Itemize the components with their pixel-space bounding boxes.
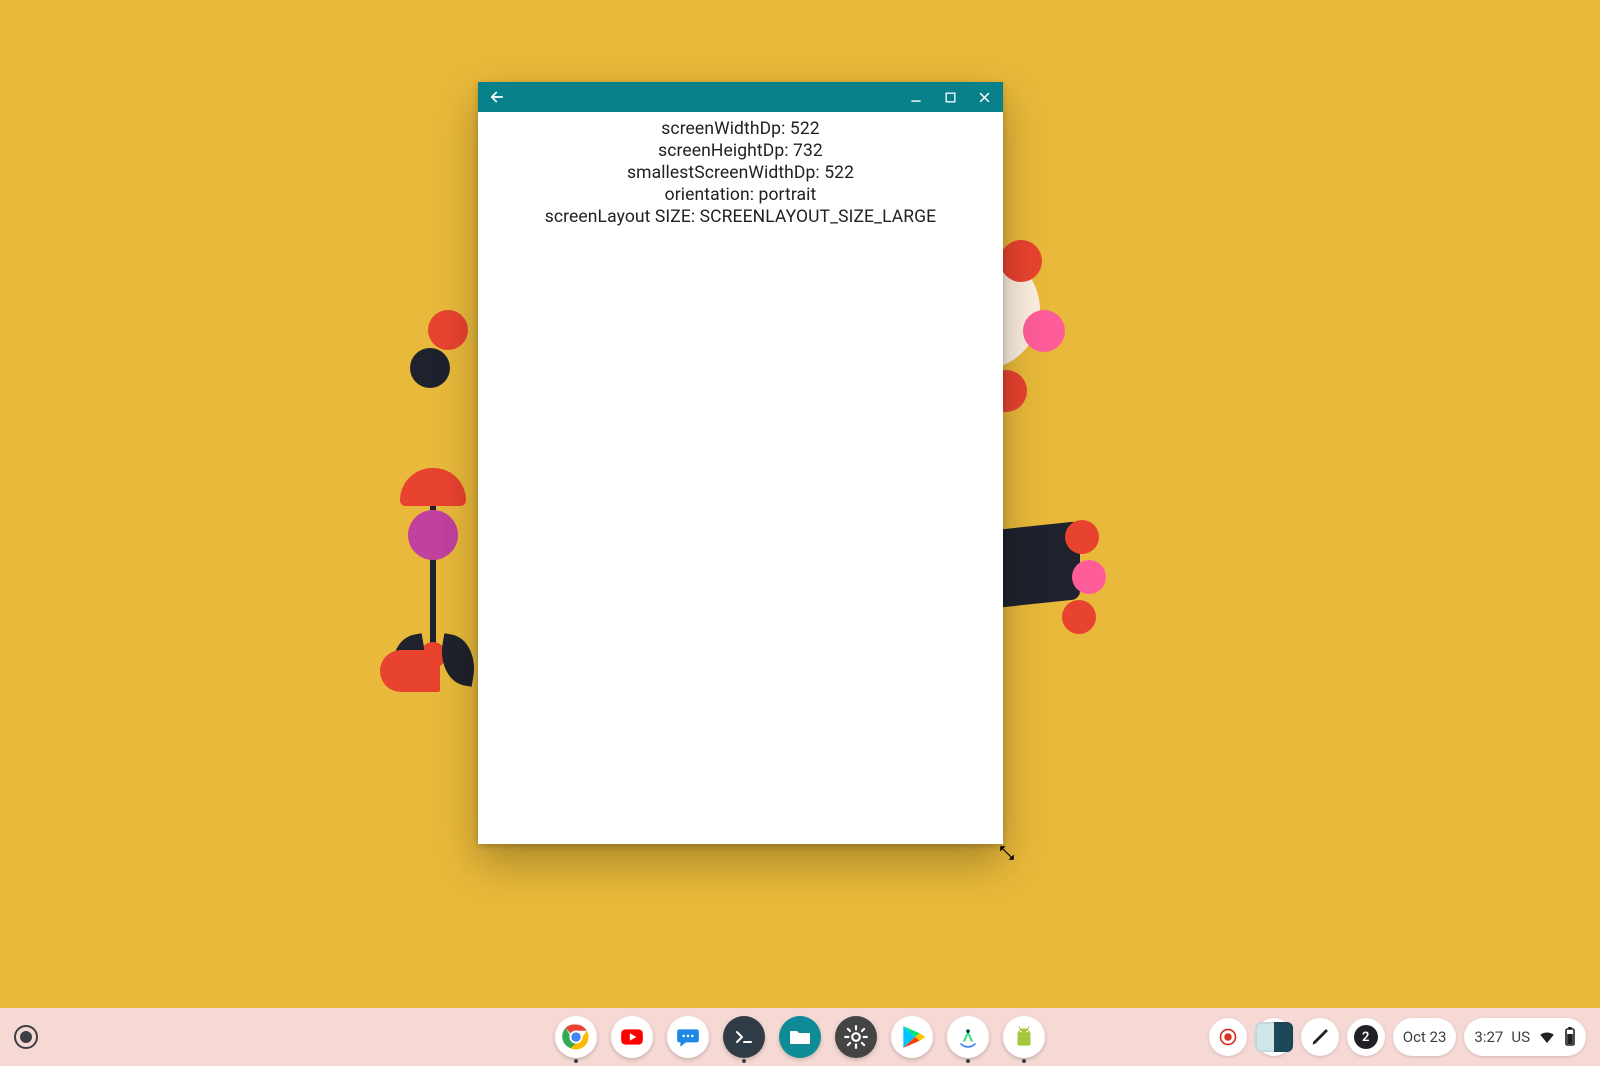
minimize-button[interactable]: [907, 88, 925, 106]
close-button[interactable]: [975, 88, 993, 106]
config-screen-height: screenHeightDp: 732: [478, 140, 1003, 162]
config-orientation: orientation: portrait: [478, 184, 1003, 206]
config-screen-width: screenWidthDp: 522: [478, 118, 1003, 140]
notification-count: 2: [1354, 1025, 1378, 1049]
youtube-icon: [619, 1024, 645, 1050]
notifications-button[interactable]: 2: [1347, 1018, 1385, 1056]
shelf-app-terminal[interactable]: [723, 1016, 765, 1058]
shelf-apps: [555, 1016, 1045, 1058]
config-screen-layout: screenLayout SIZE: SCREENLAYOUT_SIZE_LAR…: [478, 206, 1003, 228]
play-store-icon: [899, 1024, 925, 1050]
android-studio-icon: [954, 1023, 982, 1051]
shelf-app-android[interactable]: [1003, 1016, 1045, 1058]
quick-settings-pill[interactable]: 3:27 US: [1464, 1018, 1586, 1056]
shelf-app-play-store[interactable]: [891, 1016, 933, 1058]
shelf-app-youtube[interactable]: [611, 1016, 653, 1058]
overview-thumb-button[interactable]: [1255, 1018, 1293, 1056]
gear-icon: [843, 1024, 869, 1050]
shelf-app-messages[interactable]: [667, 1016, 709, 1058]
minimize-icon: [909, 90, 923, 104]
chrome-icon: [561, 1022, 591, 1052]
arrow-left-icon: [488, 88, 506, 106]
record-icon: [1218, 1027, 1238, 1047]
battery-icon: [1564, 1027, 1576, 1047]
pen-icon: [1310, 1027, 1330, 1047]
shelf-app-android-studio[interactable]: [947, 1016, 989, 1058]
back-button[interactable]: [488, 88, 506, 106]
shelf-app-chrome[interactable]: [555, 1016, 597, 1058]
date-text: Oct 23: [1403, 1028, 1447, 1046]
android-robot-icon: [1011, 1024, 1037, 1050]
shelf-app-files[interactable]: [779, 1016, 821, 1058]
screen-record-button[interactable]: [1209, 1018, 1247, 1056]
resize-cursor-icon: [998, 844, 1016, 862]
window-titlebar[interactable]: [478, 82, 1003, 112]
launcher-button[interactable]: [14, 1025, 38, 1049]
maximize-icon: [944, 91, 957, 104]
shelf-app-settings[interactable]: [835, 1016, 877, 1058]
config-smallest-width: smallestScreenWidthDp: 522: [478, 162, 1003, 184]
maximize-button[interactable]: [941, 88, 959, 106]
time-text: 3:27: [1474, 1028, 1503, 1046]
terminal-icon: [732, 1025, 756, 1049]
app-content: screenWidthDp: 522 screenHeightDp: 732 s…: [478, 112, 1003, 844]
wifi-icon: [1538, 1028, 1556, 1046]
date-pill[interactable]: Oct 23: [1393, 1018, 1457, 1056]
close-icon: [977, 90, 992, 105]
folder-icon: [788, 1025, 812, 1049]
locale-text: US: [1511, 1028, 1530, 1046]
overview-thumb-icon: [1255, 1022, 1293, 1052]
chat-bubble-icon: [675, 1024, 701, 1050]
app-window: screenWidthDp: 522 screenHeightDp: 732 s…: [478, 82, 1003, 844]
shelf: 2 Oct 23 3:27 US: [0, 1008, 1600, 1066]
status-tray: 2 Oct 23 3:27 US: [1209, 1018, 1586, 1056]
stylus-tools-button[interactable]: [1301, 1018, 1339, 1056]
